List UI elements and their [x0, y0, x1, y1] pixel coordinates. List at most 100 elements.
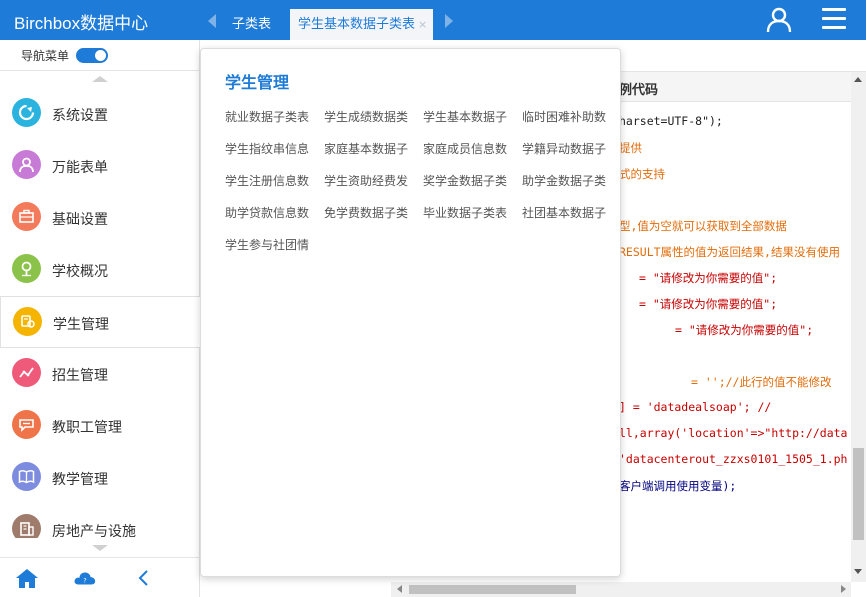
flyout-link[interactable]: 学籍异动数据子 — [522, 140, 614, 157]
code-line: 式的支持 — [619, 166, 665, 182]
sidebar-item-school-overview[interactable]: 学校概况 — [0, 244, 200, 296]
sidebar-item-admissions[interactable]: 招生管理 — [0, 348, 200, 400]
flyout-link[interactable]: 毕业数据子类表 — [423, 204, 515, 221]
flyout-link[interactable]: 学生参与社团情 — [225, 236, 317, 253]
cloud-help-icon[interactable]: ? — [73, 567, 97, 589]
flyout-link[interactable]: 就业数据子类表 — [225, 108, 317, 125]
flyout-link[interactable]: 家庭成员信息数 — [423, 140, 515, 157]
nav-toggle-row: 导航菜单 — [0, 40, 200, 71]
code-text: 'datacenterout_zzxs0101_1505_1.ph — [619, 452, 848, 466]
flyout-link[interactable]: 临时困难补助数 — [522, 108, 614, 125]
sidebar-menu: 系统设置 万能表单 基础设置 学校概况 学生管理 招生管理 教职工管理 教学管理… — [0, 88, 200, 538]
user-icon — [12, 150, 41, 179]
student-management-flyout: 学生管理 就业数据子类表 学生成绩数据类 学生基本数据子 临时困难补助数 学生指… — [200, 48, 621, 577]
code-text: 式的支持 — [619, 167, 665, 181]
tab-scroll-left-icon[interactable] — [208, 14, 216, 28]
pin-icon — [12, 254, 41, 283]
menu-scroll-down-icon[interactable] — [92, 545, 108, 551]
flyout-link[interactable]: 家庭基本数据子 — [324, 140, 416, 157]
home-icon[interactable] — [15, 567, 39, 589]
sidebar-item-basic-settings[interactable]: 基础设置 — [0, 192, 200, 244]
code-text: ] = 'datadealsoap'; // — [619, 400, 772, 414]
code-line: ] = 'datadealsoap'; // — [619, 400, 771, 414]
code-line: RESULT属性的值为返回结果,结果没有使用 — [619, 244, 840, 260]
sidebar-item-staff-management[interactable]: 教职工管理 — [0, 400, 200, 452]
sidebar-item-label: 教职工管理 — [52, 420, 122, 436]
flyout-link[interactable]: 奖学金数据子类 — [423, 172, 515, 189]
sidebar-item-label: 学生管理 — [53, 317, 109, 333]
user-account-icon[interactable] — [766, 7, 792, 33]
collapse-chevron-left-icon[interactable] — [132, 567, 156, 589]
sidebar-item-label: 基础设置 — [52, 212, 108, 228]
code-text: ll,array('location'=>"http://data — [619, 426, 848, 440]
top-header: Birchbox数据中心 子类表 学生基本数据子类表 × — [0, 0, 866, 40]
flyout-link[interactable]: 学生指纹串信息 — [225, 140, 317, 157]
book-icon — [12, 462, 41, 491]
sidebar-item-label: 房地产与设施 — [52, 524, 136, 538]
tab-student-basic-data[interactable]: 学生基本数据子类表 × — [290, 9, 433, 40]
flyout-link[interactable]: 学生注册信息数 — [225, 172, 317, 189]
code-line: 客户端调用使用变量); — [619, 478, 736, 494]
nav-toggle-label: 导航菜单 — [21, 49, 70, 63]
scroll-up-arrow-icon[interactable] — [854, 77, 862, 82]
code-text: = "请修改为你需要的值"; — [639, 297, 778, 311]
code-panel-title: 例代码 — [619, 83, 659, 98]
flyout-link[interactable]: 助学金数据子类 — [522, 172, 614, 189]
code-line: 提供 — [619, 140, 642, 156]
code-line: ll,array('location'=>"http://data — [619, 426, 847, 440]
code-text: 提供 — [619, 141, 642, 155]
tab-label: 学生基本数据子类表 — [298, 17, 416, 32]
sidebar-item-student-management[interactable]: 学生管理 — [0, 296, 200, 348]
svg-text:?: ? — [83, 577, 86, 585]
tab-subclass-table[interactable]: 子类表 — [222, 9, 286, 40]
sidebar-item-label: 万能表单 — [52, 160, 108, 176]
code-text: 型,值为空就可以获取到全部数据 — [619, 219, 787, 233]
app-brand[interactable]: Birchbox数据中心 — [14, 9, 148, 34]
code-line: 型,值为空就可以获取到全部数据 — [619, 218, 787, 234]
code-line: 'datacenterout_zzxs0101_1505_1.ph — [619, 452, 847, 466]
scroll-right-arrow-icon[interactable] — [841, 585, 846, 593]
tab-close-icon[interactable]: × — [418, 18, 427, 31]
sidebar-item-system-settings[interactable]: 系统设置 — [0, 88, 200, 140]
flyout-title: 学生管理 — [225, 73, 290, 92]
sidebar: 导航菜单 系统设置 万能表单 基础设置 学校概况 学生管理 招生管理 教职工管理… — [0, 40, 200, 597]
chart-line-icon — [12, 358, 41, 387]
hamburger-menu-icon[interactable] — [822, 8, 846, 30]
scroll-down-arrow-icon[interactable] — [854, 569, 862, 574]
flyout-link[interactable]: 助学贷款信息数 — [225, 204, 317, 221]
flyout-link[interactable]: 学生基本数据子 — [423, 108, 515, 125]
code-text: harset=UTF-8"); — [619, 114, 723, 128]
scroll-left-arrow-icon[interactable] — [397, 585, 402, 593]
scroll-thumb[interactable] — [853, 448, 864, 540]
gear-arrow-icon — [12, 98, 41, 127]
sidebar-item-real-estate[interactable]: 房地产与设施 — [0, 504, 200, 538]
scroll-thumb[interactable] — [409, 585, 576, 594]
sidebar-item-universal-form[interactable]: 万能表单 — [0, 140, 200, 192]
sidebar-item-teaching-management[interactable]: 教学管理 — [0, 452, 200, 504]
code-text: = "请修改为你需要的值"; — [639, 271, 778, 285]
code-text: 客户端调用使用变量); — [619, 479, 737, 493]
tab-scroll-right-icon[interactable] — [445, 14, 453, 28]
code-line: = "请修改为你需要的值"; — [639, 296, 777, 312]
flyout-link[interactable]: 学生成绩数据类 — [324, 108, 416, 125]
sidebar-item-label: 教学管理 — [52, 472, 108, 488]
sidebar-item-label: 学校概况 — [52, 264, 108, 280]
code-text: = "请修改为你需要的值"; — [675, 323, 814, 337]
sidebar-item-label: 招生管理 — [52, 368, 108, 384]
tab-label: 子类表 — [232, 17, 272, 32]
nav-menu-toggle[interactable] — [76, 48, 108, 63]
building-icon — [12, 514, 41, 538]
flyout-link[interactable]: 学生资助经费发 — [324, 172, 416, 189]
vertical-scrollbar[interactable] — [851, 72, 866, 582]
code-line: harset=UTF-8"); — [619, 114, 723, 128]
code-text: = '';//此行的值不能修改 — [691, 375, 832, 389]
menu-scroll-up-icon[interactable] — [92, 76, 108, 82]
chat-icon — [12, 410, 41, 439]
horizontal-scrollbar[interactable] — [391, 582, 851, 597]
code-text: RESULT属性的值为返回结果,结果没有使用 — [619, 245, 840, 259]
code-line: = "请修改为你需要的值"; — [639, 270, 777, 286]
flyout-link[interactable]: 社团基本数据子 — [522, 204, 614, 221]
code-line: = "请修改为你需要的值"; — [675, 322, 813, 338]
toggle-knob — [95, 50, 106, 61]
flyout-link[interactable]: 免学费数据子类 — [324, 204, 416, 221]
